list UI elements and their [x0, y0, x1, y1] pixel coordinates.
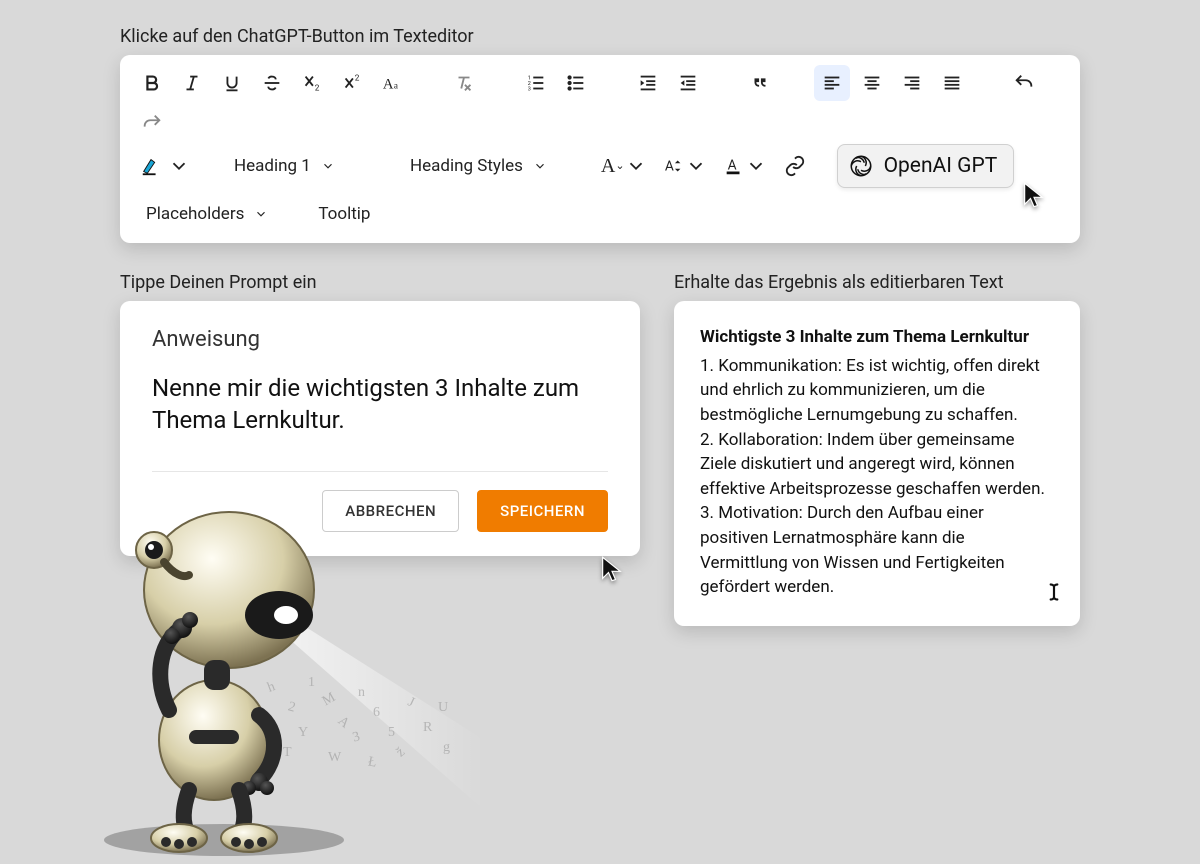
prompt-caption: Tippe Deinen Prompt ein [120, 272, 640, 293]
numbered-list-button[interactable]: 123 [518, 65, 554, 101]
tooltip-button[interactable]: Tooltip [306, 194, 382, 234]
result-item-2: 2. Kollaboration: Indem über gemeinsame … [700, 428, 1054, 502]
cancel-button[interactable]: ABBRECHEN [322, 490, 459, 532]
indent-button[interactable] [630, 65, 666, 101]
heading-styles-dropdown[interactable]: Heading Styles [398, 146, 559, 186]
strikethrough-button[interactable] [254, 65, 290, 101]
text-editor-toolbar: 2 2 Aa 123 [120, 55, 1080, 243]
font-family-dropdown[interactable]: A⌄ [595, 148, 653, 184]
prompt-card: Anweisung Nenne mir die wichtigsten 3 In… [120, 301, 640, 556]
undo-button[interactable] [1006, 65, 1042, 101]
svg-text:A: A [664, 159, 673, 175]
result-card[interactable]: Wichtigste 3 Inhalte zum Thema Lernkultu… [674, 301, 1080, 626]
outdent-button[interactable] [670, 65, 706, 101]
clear-formatting-button[interactable] [446, 65, 482, 101]
toolbar-caption: Klicke auf den ChatGPT-Button im Textedi… [120, 26, 1080, 47]
prompt-input[interactable]: Nenne mir die wichtigsten 3 Inhalte zum … [152, 372, 608, 437]
align-center-button[interactable] [854, 65, 890, 101]
tooltip-label: Tooltip [318, 204, 370, 224]
save-button[interactable]: SPEICHERN [477, 490, 608, 532]
bold-button[interactable] [134, 65, 170, 101]
text-color-dropdown[interactable]: A [717, 148, 773, 184]
superscript-button[interactable]: 2 [334, 65, 370, 101]
underline-button[interactable] [214, 65, 250, 101]
line-height-dropdown[interactable]: A [657, 148, 713, 184]
svg-text:2: 2 [355, 73, 360, 83]
mouse-cursor-icon [598, 554, 626, 584]
openai-gpt-label: OpenAI GPT [884, 154, 998, 178]
placeholders-dropdown[interactable]: Placeholders [134, 194, 280, 234]
text-cursor-icon [1044, 582, 1064, 610]
svg-text:A: A [727, 158, 736, 174]
result-item-3: 3. Motivation: Durch den Aufbau einer po… [700, 501, 1054, 600]
heading-dropdown[interactable]: Heading 1 [222, 146, 372, 186]
bullet-list-button[interactable] [558, 65, 594, 101]
result-caption: Erhalte das Ergebnis als editierbaren Te… [674, 272, 1080, 293]
result-item-1: 1. Kommunikation: Es ist wichtig, offen … [700, 354, 1054, 428]
divider [152, 471, 608, 472]
letter-scatter-decoration: h 2 1 M Y A n 6 3 5 J R U ž W Ł g T [268, 670, 498, 790]
placeholders-label: Placeholders [146, 204, 244, 224]
openai-gpt-button[interactable]: OpenAI GPT [837, 144, 1015, 188]
link-button[interactable] [777, 148, 813, 184]
align-right-button[interactable] [894, 65, 930, 101]
align-left-button[interactable] [814, 65, 850, 101]
svg-text:2: 2 [315, 83, 320, 93]
highlight-color-button[interactable] [134, 148, 196, 184]
redo-button[interactable] [134, 105, 170, 141]
svg-text:a: a [394, 81, 398, 91]
blockquote-button[interactable] [742, 65, 778, 101]
svg-text:A: A [383, 77, 394, 93]
result-title: Wichtigste 3 Inhalte zum Thema Lernkultu… [700, 325, 1054, 350]
heading-dropdown-label: Heading 1 [234, 156, 311, 176]
heading-styles-label: Heading Styles [410, 156, 523, 176]
font-size-button[interactable]: Aa [374, 65, 410, 101]
subscript-button[interactable]: 2 [294, 65, 330, 101]
openai-logo-icon [848, 153, 874, 179]
italic-button[interactable] [174, 65, 210, 101]
svg-text:3: 3 [528, 86, 531, 92]
align-justify-button[interactable] [934, 65, 970, 101]
prompt-title: Anweisung [152, 327, 608, 352]
